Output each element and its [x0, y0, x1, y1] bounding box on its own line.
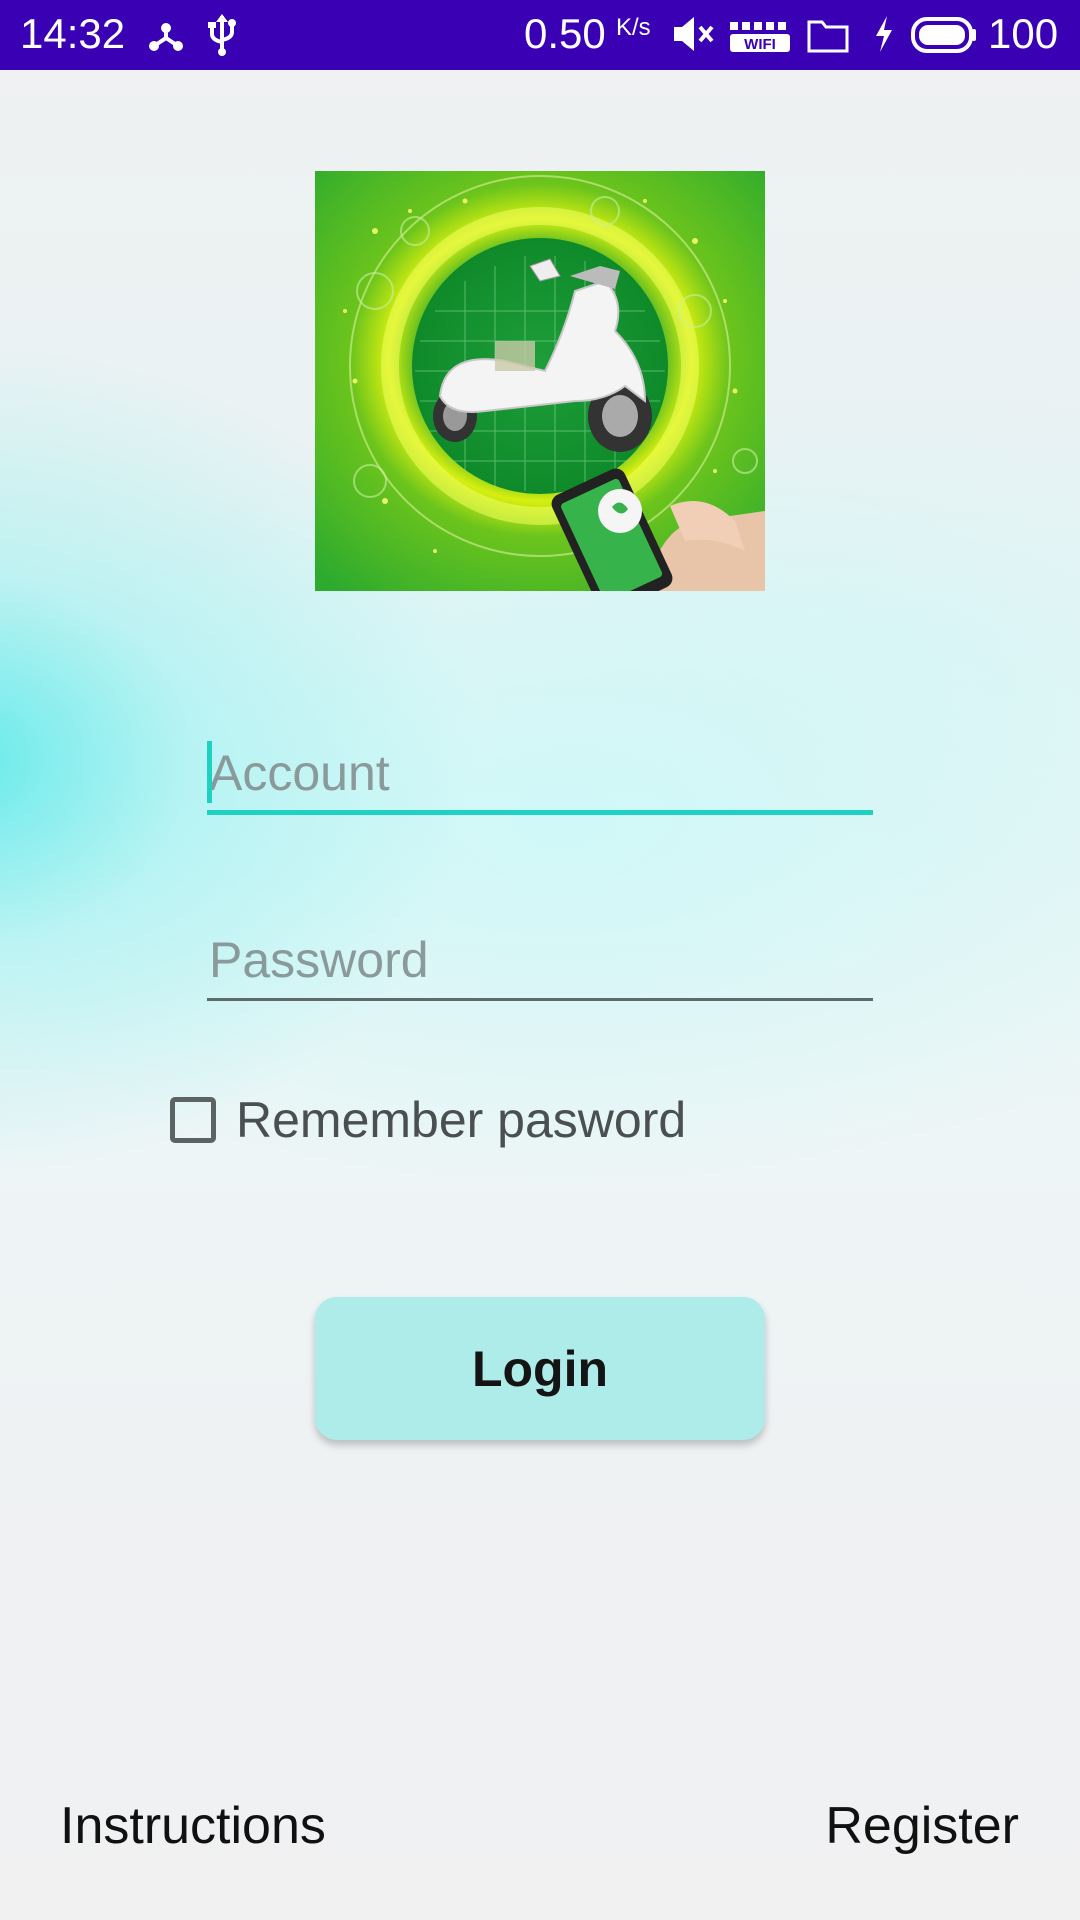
scooter-logo-icon — [315, 171, 765, 591]
svg-text:WIFI: WIFI — [744, 36, 776, 53]
remember-password-checkbox[interactable] — [170, 1097, 216, 1143]
password-underline — [207, 998, 873, 1001]
password-input[interactable] — [207, 920, 873, 1000]
remember-password-label[interactable]: Remember pasword — [236, 1091, 686, 1149]
network-speed-unit: K/s — [616, 14, 651, 41]
account-input[interactable] — [207, 733, 873, 813]
account-field[interactable] — [207, 733, 873, 815]
battery-percent: 100 — [988, 10, 1059, 57]
battery-icon — [911, 17, 976, 53]
status-time: 14:32 — [20, 10, 126, 57]
network-speed: 0.50 — [524, 10, 606, 57]
status-bar: 14:32 0.50 K/s WIFI 100 — [0, 0, 1080, 70]
wifi-icon: WIFI — [730, 22, 790, 53]
login-button[interactable]: Login — [315, 1297, 765, 1440]
usb-icon — [208, 14, 236, 56]
register-link[interactable]: Register — [825, 1796, 1019, 1856]
folder-icon — [807, 20, 849, 53]
password-field[interactable] — [207, 920, 873, 1001]
account-underline — [207, 810, 873, 815]
remember-password-row[interactable]: Remember pasword — [170, 1090, 686, 1150]
mute-icon — [674, 17, 714, 51]
instructions-link[interactable]: Instructions — [60, 1796, 326, 1856]
charging-icon — [876, 16, 892, 52]
text-cursor — [207, 741, 212, 803]
network-share-icon — [149, 23, 183, 51]
